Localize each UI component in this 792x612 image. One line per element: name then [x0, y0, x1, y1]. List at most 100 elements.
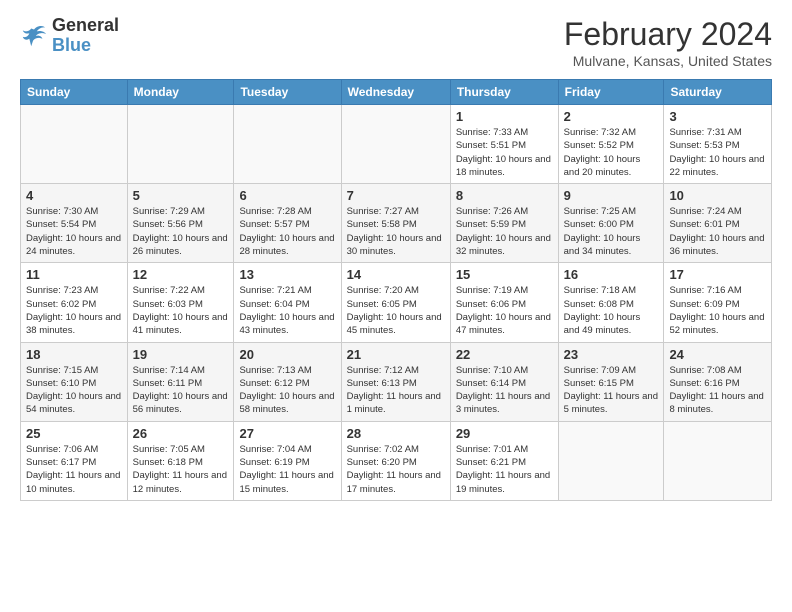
day-number: 11: [26, 267, 122, 282]
day-info: Sunrise: 7:23 AM Sunset: 6:02 PM Dayligh…: [26, 284, 122, 337]
week-row-3: 11 Sunrise: 7:23 AM Sunset: 6:02 PM Dayli…: [21, 263, 772, 342]
header: GeneralBlue February 2024 Mulvane, Kansa…: [20, 16, 772, 69]
table-row: 15 Sunrise: 7:19 AM Sunset: 6:06 PM Dayli…: [450, 263, 558, 342]
day-info: Sunrise: 7:06 AM Sunset: 6:17 PM Dayligh…: [26, 443, 122, 496]
day-number: 23: [564, 347, 659, 362]
day-number: 17: [669, 267, 766, 282]
day-info: Sunrise: 7:32 AM Sunset: 5:52 PM Dayligh…: [564, 126, 659, 179]
day-info: Sunrise: 7:13 AM Sunset: 6:12 PM Dayligh…: [239, 364, 335, 417]
table-row: 28 Sunrise: 7:02 AM Sunset: 6:20 PM Dayli…: [341, 421, 450, 500]
day-number: 3: [669, 109, 766, 124]
day-info: Sunrise: 7:28 AM Sunset: 5:57 PM Dayligh…: [239, 205, 335, 258]
day-number: 2: [564, 109, 659, 124]
table-row: 25 Sunrise: 7:06 AM Sunset: 6:17 PM Dayli…: [21, 421, 128, 500]
day-number: 19: [133, 347, 229, 362]
day-info: Sunrise: 7:29 AM Sunset: 5:56 PM Dayligh…: [133, 205, 229, 258]
table-row: 23Sunrise: 7:09 AM Sunset: 6:15 PM Dayli…: [558, 342, 664, 421]
day-number: 7: [347, 188, 445, 203]
day-info: Sunrise: 7:30 AM Sunset: 5:54 PM Dayligh…: [26, 205, 122, 258]
day-number: 18: [26, 347, 122, 362]
col-friday: Friday: [558, 80, 664, 105]
table-row: 4 Sunrise: 7:30 AM Sunset: 5:54 PM Daylig…: [21, 184, 128, 263]
day-info: Sunrise: 7:08 AM Sunset: 6:16 PM Dayligh…: [669, 364, 766, 417]
table-row: 26 Sunrise: 7:05 AM Sunset: 6:18 PM Dayli…: [127, 421, 234, 500]
calendar-header-row: Sunday Monday Tuesday Wednesday Thursday…: [21, 80, 772, 105]
day-info: Sunrise: 7:05 AM Sunset: 6:18 PM Dayligh…: [133, 443, 229, 496]
day-info: Sunrise: 7:14 AM Sunset: 6:11 PM Dayligh…: [133, 364, 229, 417]
col-saturday: Saturday: [664, 80, 772, 105]
day-number: 29: [456, 426, 553, 441]
day-info: Sunrise: 7:22 AM Sunset: 6:03 PM Dayligh…: [133, 284, 229, 337]
table-row: 3 Sunrise: 7:31 AM Sunset: 5:53 PM Daylig…: [664, 105, 772, 184]
week-row-2: 4 Sunrise: 7:30 AM Sunset: 5:54 PM Daylig…: [21, 184, 772, 263]
day-info: Sunrise: 7:27 AM Sunset: 5:58 PM Dayligh…: [347, 205, 445, 258]
col-sunday: Sunday: [21, 80, 128, 105]
location: Mulvane, Kansas, United States: [564, 53, 772, 69]
month-title: February 2024: [564, 16, 772, 53]
day-number: 20: [239, 347, 335, 362]
day-number: 26: [133, 426, 229, 441]
table-row: [664, 421, 772, 500]
col-wednesday: Wednesday: [341, 80, 450, 105]
day-info: Sunrise: 7:31 AM Sunset: 5:53 PM Dayligh…: [669, 126, 766, 179]
page: GeneralBlue February 2024 Mulvane, Kansa…: [0, 0, 792, 511]
logo-blue-text: Blue: [52, 35, 91, 55]
table-row: [234, 105, 341, 184]
calendar: Sunday Monday Tuesday Wednesday Thursday…: [20, 79, 772, 501]
table-row: [558, 421, 664, 500]
day-info: Sunrise: 7:15 AM Sunset: 6:10 PM Dayligh…: [26, 364, 122, 417]
table-row: 8Sunrise: 7:26 AM Sunset: 5:59 PM Daylig…: [450, 184, 558, 263]
table-row: 20 Sunrise: 7:13 AM Sunset: 6:12 PM Dayli…: [234, 342, 341, 421]
week-row-5: 25 Sunrise: 7:06 AM Sunset: 6:17 PM Dayli…: [21, 421, 772, 500]
table-row: 12 Sunrise: 7:22 AM Sunset: 6:03 PM Dayli…: [127, 263, 234, 342]
day-number: 28: [347, 426, 445, 441]
day-number: 5: [133, 188, 229, 203]
week-row-1: 1Sunrise: 7:33 AM Sunset: 5:51 PM Daylig…: [21, 105, 772, 184]
day-number: 27: [239, 426, 335, 441]
day-number: 4: [26, 188, 122, 203]
table-row: 2 Sunrise: 7:32 AM Sunset: 5:52 PM Daylig…: [558, 105, 664, 184]
title-block: February 2024 Mulvane, Kansas, United St…: [564, 16, 772, 69]
col-thursday: Thursday: [450, 80, 558, 105]
day-number: 22: [456, 347, 553, 362]
table-row: [127, 105, 234, 184]
col-monday: Monday: [127, 80, 234, 105]
logo: GeneralBlue: [20, 16, 119, 56]
day-info: Sunrise: 7:16 AM Sunset: 6:09 PM Dayligh…: [669, 284, 766, 337]
table-row: 17 Sunrise: 7:16 AM Sunset: 6:09 PM Dayli…: [664, 263, 772, 342]
day-number: 21: [347, 347, 445, 362]
day-number: 24: [669, 347, 766, 362]
day-info: Sunrise: 7:10 AM Sunset: 6:14 PM Dayligh…: [456, 364, 553, 417]
table-row: 6Sunrise: 7:28 AM Sunset: 5:57 PM Daylig…: [234, 184, 341, 263]
day-number: 10: [669, 188, 766, 203]
table-row: [341, 105, 450, 184]
logo-text: GeneralBlue: [52, 16, 119, 56]
table-row: 19 Sunrise: 7:14 AM Sunset: 6:11 PM Dayli…: [127, 342, 234, 421]
table-row: 11 Sunrise: 7:23 AM Sunset: 6:02 PM Dayli…: [21, 263, 128, 342]
day-number: 15: [456, 267, 553, 282]
day-number: 16: [564, 267, 659, 282]
table-row: 7 Sunrise: 7:27 AM Sunset: 5:58 PM Daylig…: [341, 184, 450, 263]
day-number: 8: [456, 188, 553, 203]
day-info: Sunrise: 7:19 AM Sunset: 6:06 PM Dayligh…: [456, 284, 553, 337]
week-row-4: 18 Sunrise: 7:15 AM Sunset: 6:10 PM Dayli…: [21, 342, 772, 421]
day-number: 14: [347, 267, 445, 282]
day-number: 12: [133, 267, 229, 282]
day-info: Sunrise: 7:24 AM Sunset: 6:01 PM Dayligh…: [669, 205, 766, 258]
day-info: Sunrise: 7:02 AM Sunset: 6:20 PM Dayligh…: [347, 443, 445, 496]
table-row: 21Sunrise: 7:12 AM Sunset: 6:13 PM Dayli…: [341, 342, 450, 421]
day-info: Sunrise: 7:04 AM Sunset: 6:19 PM Dayligh…: [239, 443, 335, 496]
day-info: Sunrise: 7:01 AM Sunset: 6:21 PM Dayligh…: [456, 443, 553, 496]
logo-icon: [20, 22, 48, 50]
day-info: Sunrise: 7:18 AM Sunset: 6:08 PM Dayligh…: [564, 284, 659, 337]
table-row: 29 Sunrise: 7:01 AM Sunset: 6:21 PM Dayli…: [450, 421, 558, 500]
day-info: Sunrise: 7:21 AM Sunset: 6:04 PM Dayligh…: [239, 284, 335, 337]
table-row: 1Sunrise: 7:33 AM Sunset: 5:51 PM Daylig…: [450, 105, 558, 184]
day-number: 1: [456, 109, 553, 124]
table-row: [21, 105, 128, 184]
table-row: 27 Sunrise: 7:04 AM Sunset: 6:19 PM Dayli…: [234, 421, 341, 500]
day-number: 25: [26, 426, 122, 441]
table-row: 10 Sunrise: 7:24 AM Sunset: 6:01 PM Dayli…: [664, 184, 772, 263]
day-info: Sunrise: 7:25 AM Sunset: 6:00 PM Dayligh…: [564, 205, 659, 258]
table-row: 5 Sunrise: 7:29 AM Sunset: 5:56 PM Daylig…: [127, 184, 234, 263]
